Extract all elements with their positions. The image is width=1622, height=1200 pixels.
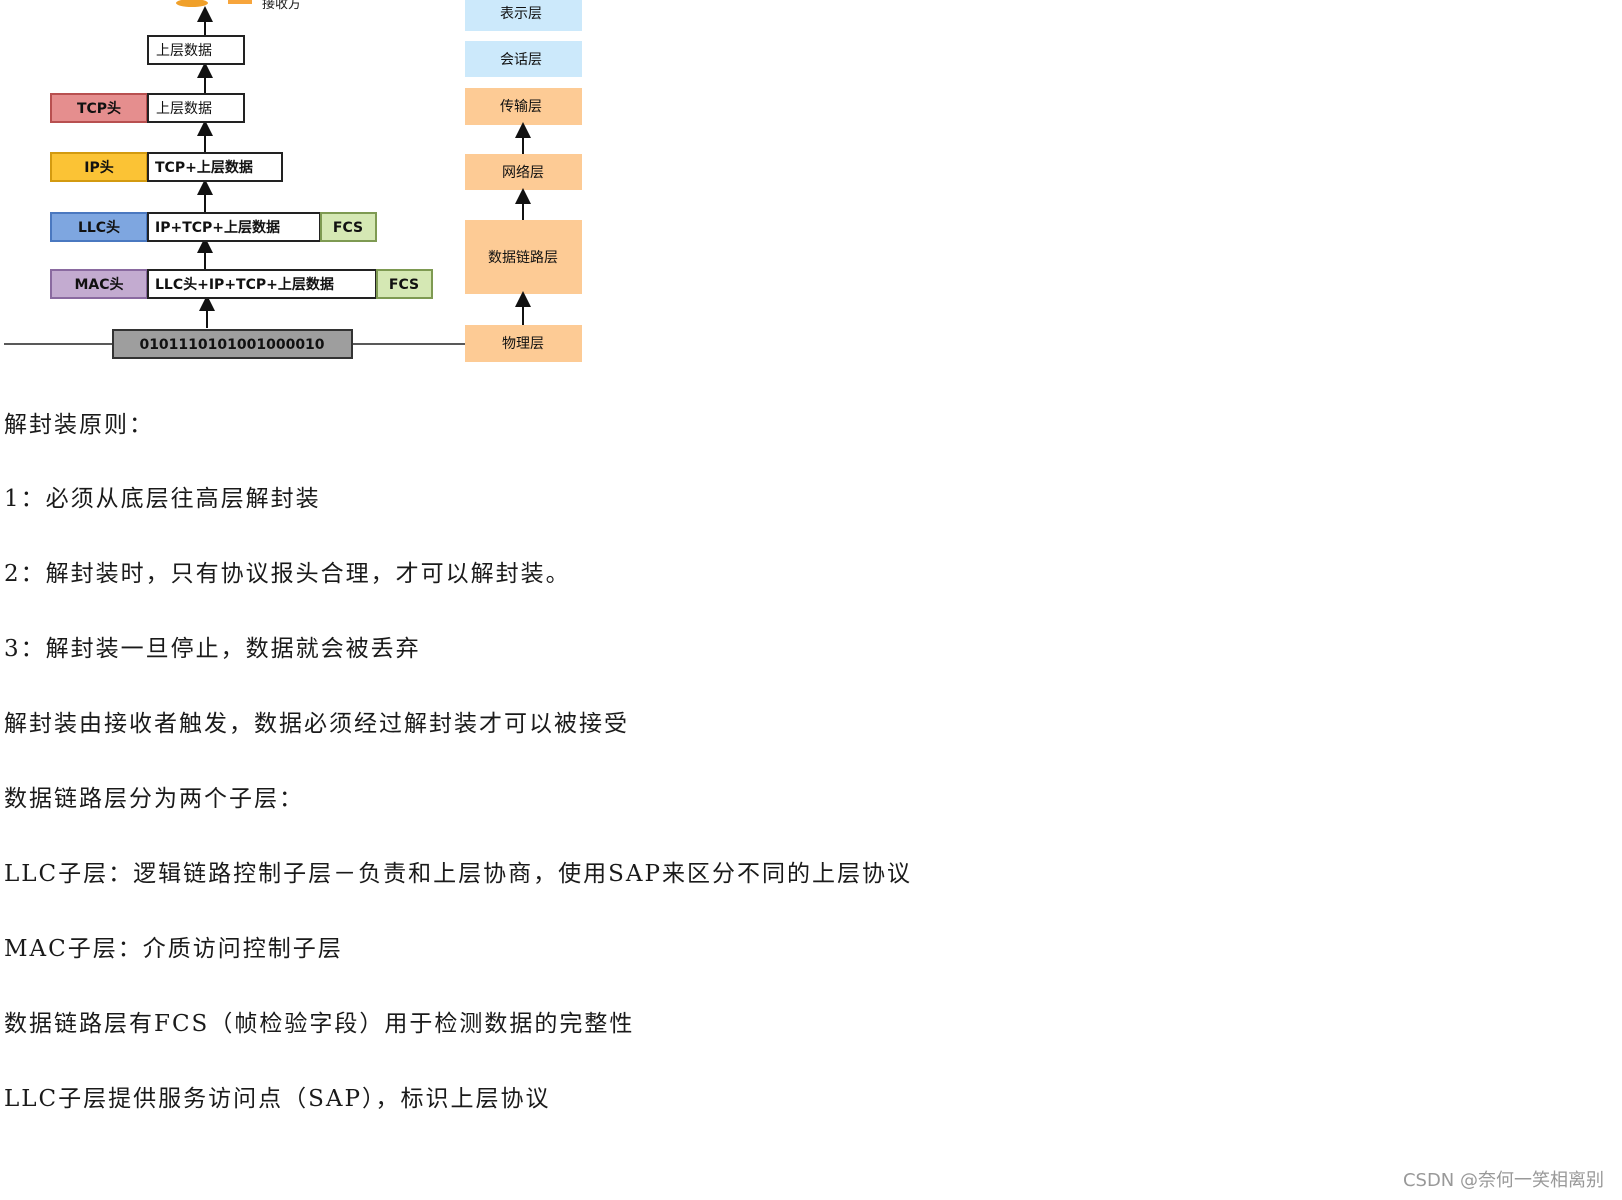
fcs-mac-box: FCS <box>389 277 419 293</box>
fcs-llc-box: FCS <box>333 220 363 236</box>
bit-stream-box: 0101110101001000010 <box>139 337 324 353</box>
tcp-upper-data-box: TCP+上层数据 <box>155 159 253 176</box>
layer-presentation: 表示层 <box>500 6 542 22</box>
ip-tcp-upper-data-box: IP+TCP+上层数据 <box>155 219 280 236</box>
receiver-label: 接收方 <box>262 0 301 12</box>
paragraph: LLC子层：逻辑链路控制子层－负责和上层协商，使用SAP来区分不同的上层协议 <box>4 861 912 887</box>
receiver-icon <box>176 0 252 7</box>
paragraph: 1：必须从底层往高层解封装 <box>4 486 321 512</box>
upper-data-tcp-box: 上层数据 <box>156 101 212 117</box>
tcp-header-box: TCP头 <box>77 100 121 117</box>
decapsulation-diagram: 接收方 上层数据 TCP头 上层数据 IP头 TCP+上层数据 LLC头 IP+… <box>4 0 582 362</box>
paragraph: MAC子层：介质访问控制子层 <box>4 936 343 962</box>
ip-header-box: IP头 <box>84 159 113 176</box>
llc-ip-tcp-upper-data-box: LLC头+IP+TCP+上层数据 <box>155 276 334 293</box>
paragraph: 数据链路层有FCS（帧检验字段）用于检测数据的完整性 <box>4 1011 635 1037</box>
upper-data-box: 上层数据 <box>156 43 212 59</box>
layer-physical: 物理层 <box>502 336 544 352</box>
paragraph: 3：解封装一旦停止，数据就会被丢弃 <box>4 636 421 662</box>
layer-data-link: 数据链路层 <box>488 250 558 266</box>
paragraph: 解封装由接收者触发，数据必须经过解封装才可以被接受 <box>4 711 629 737</box>
paragraph: LLC子层提供服务访问点（SAP），标识上层协议 <box>4 1086 551 1112</box>
watermark: CSDN @奈何一笑相离别 <box>1402 1170 1604 1191</box>
mac-header-box: MAC头 <box>74 276 123 293</box>
layer-network: 网络层 <box>502 165 544 181</box>
paragraph: 数据链路层分为两个子层： <box>4 786 304 812</box>
paragraph: 2：解封装时，只有协议报头合理，才可以解封装。 <box>4 561 571 587</box>
paragraph: 解封装原则： <box>4 412 154 438</box>
layer-session: 会话层 <box>500 52 542 68</box>
llc-header-box: LLC头 <box>78 219 120 236</box>
layer-transport: 传输层 <box>500 99 542 115</box>
